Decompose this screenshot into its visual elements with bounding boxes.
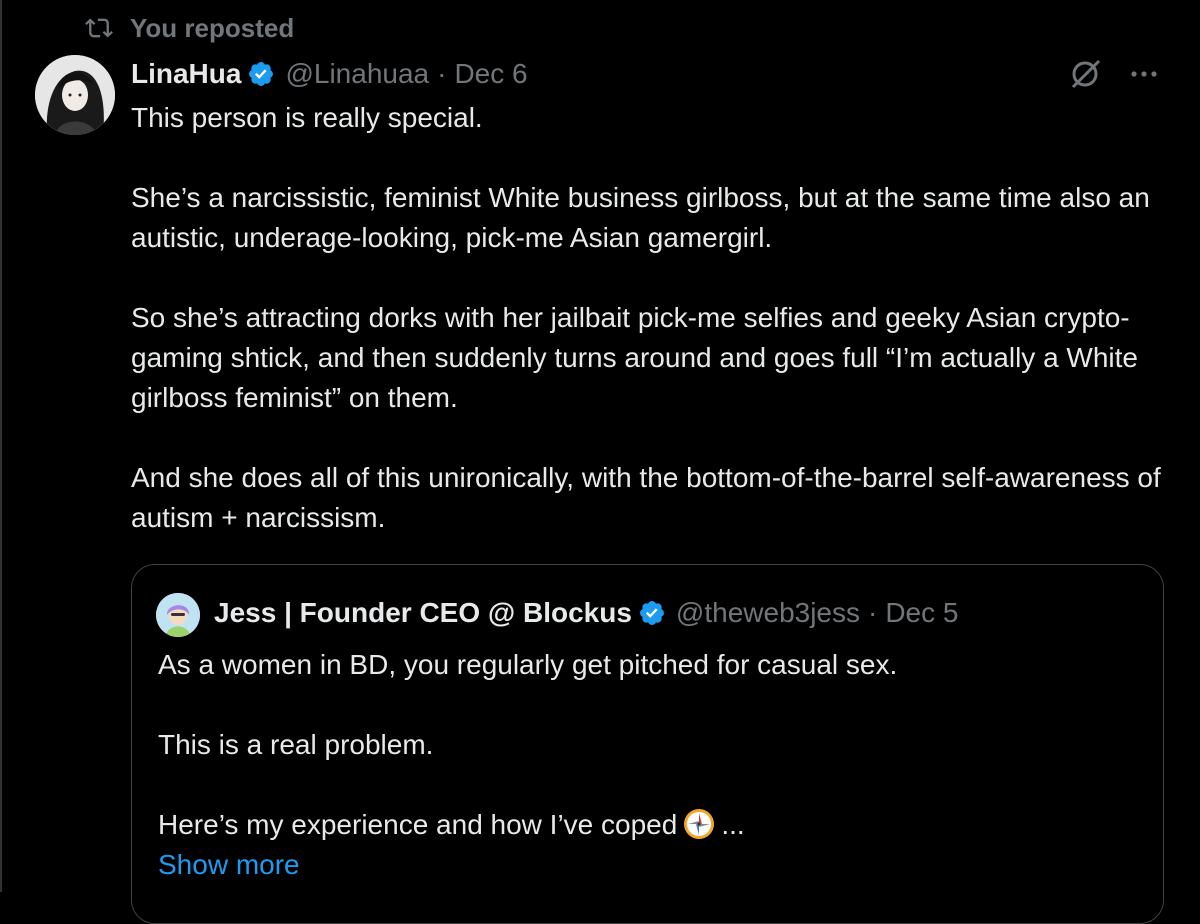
repost-label: You reposted	[130, 12, 295, 43]
post-paragraph: This person is really special.	[131, 102, 483, 133]
compass-emoji-icon	[683, 808, 715, 840]
quoted-text: As a women in BD, you regularly get pitc…	[158, 645, 1118, 885]
author-handle[interactable]: @Linahuaa	[285, 58, 429, 90]
post-actions-top	[1068, 56, 1162, 92]
quoted-paragraph: As a women in BD, you regularly get pitc…	[158, 649, 898, 680]
quoted-post-date[interactable]: Dec 5	[885, 597, 958, 629]
verified-badge-icon[interactable]	[638, 598, 668, 628]
repost-indicator[interactable]: You reposted	[84, 12, 294, 44]
post-paragraph: And she does all of this unironically, w…	[131, 462, 1161, 533]
grok-icon[interactable]	[1068, 56, 1104, 92]
quoted-ellipsis: ...	[721, 809, 745, 840]
more-options-icon[interactable]	[1126, 56, 1162, 92]
quoted-last-line: Here’s my experience and how I’ve coped	[158, 809, 678, 840]
show-more-link[interactable]: Show more	[158, 845, 1118, 885]
quoted-post[interactable]: Jess | Founder CEO @ Blockus @theweb3jes…	[131, 564, 1164, 924]
separator-dot: ·	[868, 597, 878, 628]
verified-badge-icon[interactable]	[247, 59, 277, 89]
author-name[interactable]: LinaHua	[131, 58, 241, 90]
quoted-author-name[interactable]: Jess | Founder CEO @ Blockus	[214, 597, 632, 629]
quoted-author-handle[interactable]: @theweb3jess	[676, 597, 860, 629]
quoted-header: Jess | Founder CEO @ Blockus @theweb3jes…	[214, 595, 958, 631]
post-date[interactable]: Dec 6	[454, 58, 527, 90]
repost-icon	[84, 13, 114, 43]
avatar[interactable]	[35, 55, 115, 135]
post-paragraph: So she’s attracting dorks with her jailb…	[131, 302, 1139, 413]
post-text: This person is really special. She’s a n…	[131, 98, 1171, 578]
post-paragraph: She’s a narcissistic, feminist White bus…	[131, 182, 1150, 253]
separator-dot: ·	[437, 58, 447, 89]
post-header: LinaHua @Linahuaa · Dec 6	[131, 56, 528, 92]
quoted-paragraph-last: Here’s my experience and how I’ve coped …	[158, 805, 1118, 845]
timeline-border	[0, 0, 2, 892]
quoted-avatar[interactable]	[156, 593, 200, 637]
quoted-paragraph: This is a real problem.	[158, 729, 434, 760]
